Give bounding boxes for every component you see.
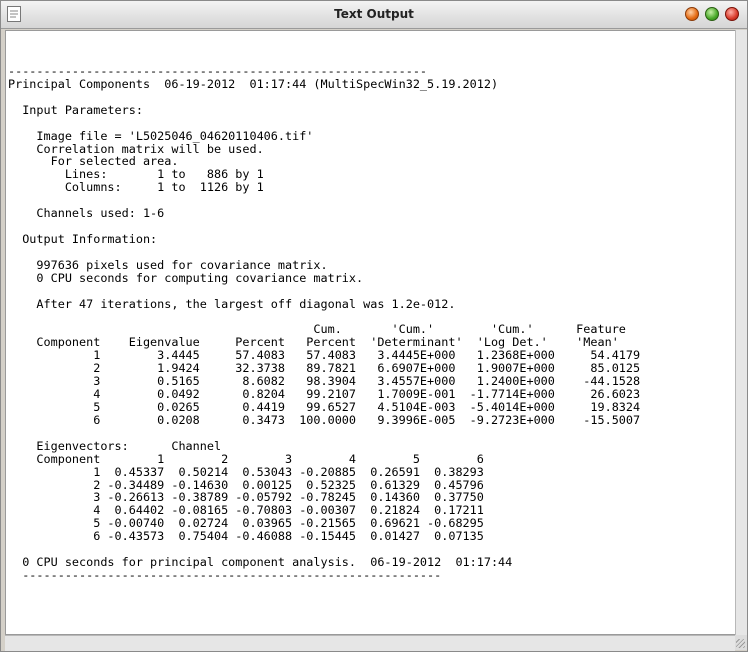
- output-text: ----------------------------------------…: [8, 65, 640, 582]
- output-line: 4 0.64402 -0.08165 -0.70803 -0.00307 0.2…: [8, 503, 484, 518]
- text-output-pane[interactable]: ----------------------------------------…: [5, 30, 736, 635]
- output-line: Correlation matrix will be used.: [8, 141, 264, 156]
- output-line: 1 3.4445 57.4083 57.4083 3.4445E+000 1.2…: [8, 348, 641, 363]
- output-line: 5 -0.00740 0.02724 0.03965 -0.21565 0.69…: [8, 516, 484, 531]
- resize-corner[interactable]: [735, 635, 747, 650]
- output-line: Columns: 1 to 1126 by 1: [8, 180, 264, 195]
- output-line: 2 1.9424 32.3738 89.7821 6.6907E+000 1.9…: [8, 361, 641, 376]
- output-line: 0 CPU seconds for computing covariance m…: [8, 270, 364, 285]
- output-line: Input Parameters:: [8, 102, 143, 117]
- output-line: 997636 pixels used for covariance matrix…: [8, 257, 328, 272]
- resize-grip-icon[interactable]: [736, 639, 745, 648]
- output-line: Channels used: 1-6: [8, 206, 165, 221]
- output-line: 3 0.5165 8.6082 98.3904 3.4557E+000 1.24…: [8, 374, 641, 389]
- output-line: Cum. 'Cum.' 'Cum.' Feature: [8, 322, 626, 337]
- output-line: ----------------------------------------…: [8, 64, 428, 78]
- output-line: 2 -0.34489 -0.14630 0.00125 0.52325 0.61…: [8, 477, 484, 492]
- title-bar[interactable]: Text Output: [1, 1, 747, 29]
- output-line: After 47 iterations, the largest off dia…: [8, 296, 456, 311]
- maximize-button[interactable]: [705, 7, 719, 21]
- output-line: 1 0.45337 0.50214 0.53043 -0.20885 0.265…: [8, 464, 484, 479]
- output-line: 4 0.0492 0.8204 99.2107 1.7009E-001 -1.7…: [8, 387, 641, 402]
- output-line: 3 -0.26613 -0.38789 -0.05792 -0.78245 0.…: [8, 490, 484, 505]
- window-title: Text Output: [334, 7, 414, 21]
- output-line: 6 0.0208 0.3473 100.0000 9.3996E-005 -9.…: [8, 412, 641, 427]
- output-line: 6 -0.43573 0.75404 -0.46088 -0.15445 0.0…: [8, 529, 484, 544]
- minimize-button[interactable]: [685, 7, 699, 21]
- output-line: Component 1 2 3 4 5 6: [8, 451, 484, 466]
- output-line: Lines: 1 to 886 by 1: [8, 167, 264, 182]
- horizontal-scrollbar[interactable]: [5, 635, 735, 651]
- output-line: Eigenvectors: Channel: [8, 438, 222, 453]
- output-line: For selected area.: [8, 154, 179, 169]
- text-output-window: Text Output ----------------------------…: [0, 0, 748, 652]
- output-line: 5 0.0265 0.4419 99.6527 4.5104E-003 -5.4…: [8, 399, 641, 414]
- output-line: Component Eigenvalue Percent Percent 'De…: [8, 335, 619, 350]
- vertical-scrollbar[interactable]: [735, 30, 747, 635]
- output-line: Output Information:: [8, 231, 158, 246]
- output-line: Principal Components 06-19-2012 01:17:44…: [8, 76, 499, 91]
- output-line: Image file = 'L5025046_04620110406.tif': [8, 128, 314, 143]
- output-line: 0 CPU seconds for principal component an…: [8, 555, 513, 570]
- output-line: ----------------------------------------…: [8, 567, 442, 582]
- close-button[interactable]: [725, 7, 739, 21]
